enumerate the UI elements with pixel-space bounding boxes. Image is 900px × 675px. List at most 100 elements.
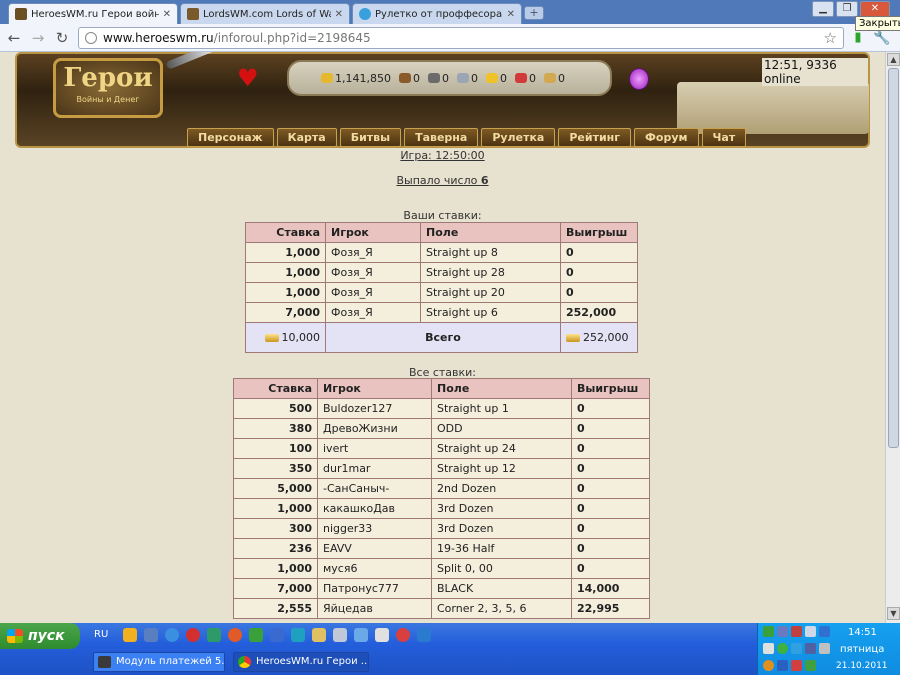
player-cell[interactable]: Фозя_Я bbox=[325, 242, 421, 263]
tray-app-icon[interactable] bbox=[777, 660, 788, 671]
close-tab-icon[interactable]: ✕ bbox=[335, 9, 343, 20]
scroll-thumb[interactable] bbox=[888, 68, 899, 448]
quicklaunch-app-icon[interactable] bbox=[249, 628, 263, 642]
menu-forum[interactable]: Форум bbox=[634, 128, 699, 147]
tray-app-icon[interactable] bbox=[805, 643, 816, 654]
player-cell[interactable]: Фозя_Я bbox=[325, 262, 421, 283]
total-win-value: 252,000 bbox=[583, 331, 629, 344]
internet-explorer-icon[interactable] bbox=[165, 628, 179, 642]
windows-taskbar: пуск RU Модуль платежей 5... HeroesWM.ru… bbox=[0, 623, 900, 675]
scroll-up-icon[interactable]: ▲ bbox=[887, 53, 900, 66]
player-cell[interactable]: -СанСаныч- bbox=[317, 478, 432, 499]
taskbar-button-payments[interactable]: Модуль платежей 5... bbox=[93, 652, 225, 672]
quicklaunch-app-icon[interactable] bbox=[144, 628, 158, 642]
tray-app-icon[interactable] bbox=[777, 626, 788, 637]
close-tab-icon[interactable]: ✕ bbox=[163, 9, 171, 20]
menu-character[interactable]: Персонаж bbox=[187, 128, 274, 147]
new-tab-button[interactable]: + bbox=[524, 6, 544, 20]
menu-rating[interactable]: Рейтинг bbox=[558, 128, 632, 147]
menu-map[interactable]: Карта bbox=[276, 128, 337, 147]
tray-app-icon[interactable] bbox=[791, 643, 802, 654]
table-row: 380 ДревоЖизни ODD 0 bbox=[233, 418, 650, 439]
crystal-icon bbox=[514, 73, 527, 83]
quicklaunch-app-icon[interactable] bbox=[228, 628, 242, 642]
quicklaunch-app-icon[interactable] bbox=[270, 628, 284, 642]
tray-app-icon[interactable] bbox=[777, 643, 788, 654]
menu-tavern[interactable]: Таверна bbox=[404, 128, 479, 147]
game-time-link[interactable]: Игра: 12:50:00 bbox=[0, 149, 885, 162]
quicklaunch-app-icon[interactable] bbox=[354, 628, 368, 642]
table-row: 7,000 Патронус777 BLACK 14,000 bbox=[233, 578, 650, 599]
tray-app-icon[interactable] bbox=[763, 660, 774, 671]
quicklaunch-app-icon[interactable] bbox=[375, 628, 389, 642]
wrench-icon[interactable]: 🔧 bbox=[872, 28, 892, 48]
resource-value: 0 bbox=[557, 71, 565, 85]
player-cell[interactable]: муся6 bbox=[317, 558, 432, 579]
player-cell[interactable]: какашкоДав bbox=[317, 498, 432, 519]
tab-lordswm[interactable]: LordsWM.com Lords of War an ✕ bbox=[180, 3, 350, 24]
language-indicator[interactable]: RU bbox=[94, 629, 108, 640]
volume-icon[interactable] bbox=[763, 643, 774, 654]
bet-cell: 1,000 bbox=[245, 262, 326, 283]
logo-subtitle: Войны и Денег bbox=[76, 95, 140, 104]
tray-app-icon[interactable] bbox=[805, 626, 816, 637]
lordswm-favicon-icon bbox=[187, 8, 199, 20]
bookmark-star-icon[interactable]: ☆ bbox=[824, 29, 837, 47]
field-cell: Straight up 24 bbox=[431, 438, 572, 459]
field-cell: Straight up 8 bbox=[420, 242, 561, 263]
player-cell[interactable]: nigger33 bbox=[317, 518, 432, 539]
tray-date: 21.10.2011 bbox=[836, 661, 888, 671]
forward-arrow-icon[interactable]: → bbox=[28, 28, 48, 48]
quicklaunch-app-icon[interactable] bbox=[333, 628, 347, 642]
player-cell[interactable]: Buldozer127 bbox=[317, 398, 432, 419]
player-cell[interactable]: ivert bbox=[317, 438, 432, 459]
quicklaunch-app-icon[interactable] bbox=[396, 628, 410, 642]
taskbar-button-chrome[interactable]: HeroesWM.ru Герои ... bbox=[233, 652, 369, 672]
opera-icon[interactable] bbox=[186, 628, 200, 642]
quicklaunch-app-icon[interactable] bbox=[312, 628, 326, 642]
win-cell: 0 bbox=[571, 418, 650, 439]
player-cell[interactable]: Яйцедав bbox=[317, 598, 432, 619]
tray-app-icon[interactable] bbox=[805, 660, 816, 671]
player-cell[interactable]: Фозя_Я bbox=[325, 302, 421, 323]
player-cell[interactable]: ДревоЖизни bbox=[317, 418, 432, 439]
address-bar[interactable]: www.heroeswm.ru/inforoul.php?id=2198645 … bbox=[78, 27, 844, 49]
quicklaunch-app-icon[interactable] bbox=[417, 628, 431, 642]
resource-value: 0 bbox=[499, 71, 507, 85]
reload-icon[interactable]: ↻ bbox=[52, 28, 72, 48]
tray-app-icon[interactable] bbox=[819, 626, 830, 637]
player-cell[interactable]: Фозя_Я bbox=[325, 282, 421, 303]
player-cell[interactable]: Патронус777 bbox=[317, 578, 432, 599]
tray-app-icon[interactable] bbox=[791, 626, 802, 637]
close-window-button[interactable]: ✕ bbox=[860, 1, 890, 17]
tab-roulette[interactable]: Рулетко от проффесора - де ✕ bbox=[352, 3, 522, 24]
start-button[interactable]: пуск bbox=[0, 623, 80, 649]
quicklaunch-app-icon[interactable] bbox=[207, 628, 221, 642]
heart-icon[interactable]: ♥ bbox=[237, 64, 259, 92]
tray-clock[interactable]: 14:51 bbox=[848, 627, 877, 638]
table-header-row: Ставка Игрок Поле Выигрыш bbox=[245, 222, 638, 243]
menu-roulette[interactable]: Рулетка bbox=[481, 128, 556, 147]
maximize-window-button[interactable]: ❐ bbox=[836, 1, 858, 17]
tray-app-icon[interactable] bbox=[791, 660, 802, 671]
resource-value: 0 bbox=[470, 71, 478, 85]
tray-app-icon[interactable] bbox=[763, 626, 774, 637]
column-player: Игрок bbox=[317, 378, 432, 399]
player-cell[interactable]: EAVV bbox=[317, 538, 432, 559]
signal-bars-icon[interactable]: ▮ bbox=[848, 28, 868, 48]
gold-icon bbox=[566, 334, 580, 342]
potion-icon[interactable] bbox=[629, 68, 649, 90]
quicklaunch-app-icon[interactable] bbox=[291, 628, 305, 642]
tab-heroeswm[interactable]: HeroesWM.ru Герои войны и ✕ bbox=[8, 3, 178, 24]
scroll-down-icon[interactable]: ▼ bbox=[887, 607, 900, 620]
page-scrollbar[interactable]: ▲ ▼ bbox=[885, 52, 900, 623]
menu-chat[interactable]: Чат bbox=[701, 128, 747, 147]
network-icon[interactable] bbox=[819, 643, 830, 654]
minimize-window-button[interactable]: ▁ bbox=[812, 1, 834, 17]
menu-battles[interactable]: Битвы bbox=[339, 128, 402, 147]
quicklaunch-app-icon[interactable] bbox=[123, 628, 137, 642]
close-tab-icon[interactable]: ✕ bbox=[507, 9, 515, 20]
player-cell[interactable]: dur1mar bbox=[317, 458, 432, 479]
back-arrow-icon[interactable]: ← bbox=[4, 28, 24, 48]
heroes-logo[interactable]: Герои Войны и Денег bbox=[53, 58, 163, 118]
